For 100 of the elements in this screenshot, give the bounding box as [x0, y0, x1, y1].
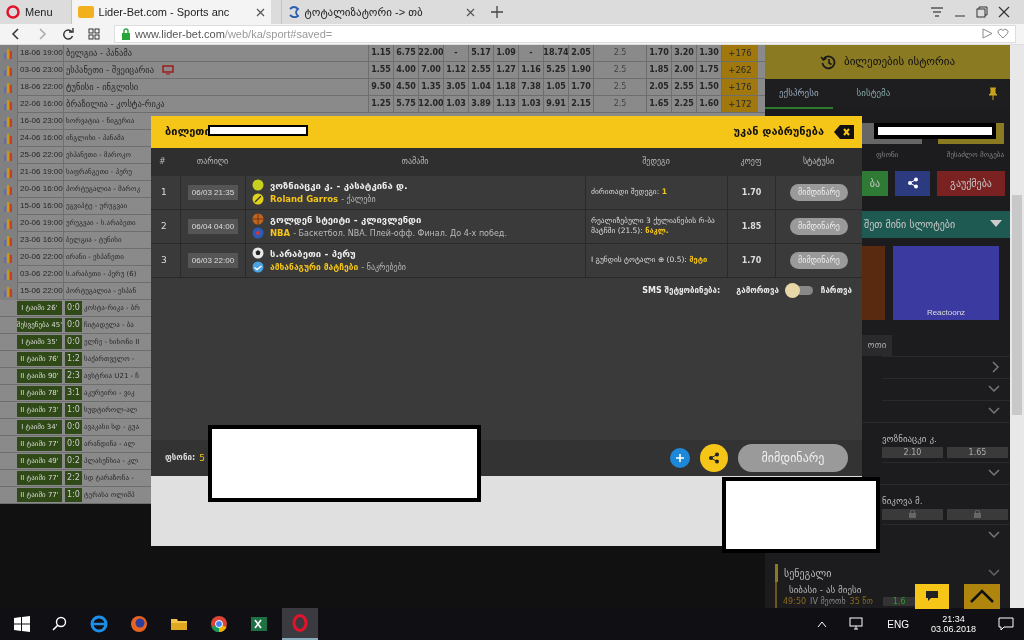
odds-cell[interactable]: 1.27	[493, 61, 518, 78]
send-icon[interactable]	[982, 28, 993, 40]
odds-cell[interactable]: 2.5	[593, 61, 646, 78]
odds-button[interactable]: 1.6	[882, 597, 916, 606]
odds-cell[interactable]: 4.50	[393, 78, 418, 95]
odds-cell[interactable]: 6.75	[393, 44, 418, 61]
odds-cell[interactable]: 5.17	[468, 44, 493, 61]
odds-cell[interactable]: 2.05	[568, 44, 593, 61]
odds-cell[interactable]: 2.00	[671, 61, 696, 78]
address-field[interactable]: www.lider-bet.com/web/ka/sport#saved=	[114, 25, 1016, 43]
odds-cell[interactable]: 9.50	[368, 78, 393, 95]
odds-cell[interactable]: 1.18	[493, 78, 518, 95]
match-name[interactable]: ესპანეთი - შვეიცარია	[63, 61, 368, 78]
game-tile[interactable]	[862, 245, 885, 320]
search-icon[interactable]	[52, 616, 68, 632]
odds-cell[interactable]: 1.55	[368, 61, 393, 78]
odds-cell[interactable]: 1.25	[368, 95, 393, 112]
odds-cell[interactable]: 1.16	[518, 61, 543, 78]
clock[interactable]: 21:34 03.06.2018	[930, 614, 976, 634]
odds-button[interactable]: 2.10	[882, 446, 943, 458]
forward-icon[interactable]	[36, 28, 48, 40]
fox-browser-icon[interactable]	[130, 615, 148, 633]
odds-cell[interactable]: 1.35	[418, 78, 443, 95]
scrollbar[interactable]	[1010, 44, 1024, 608]
notifications-icon[interactable]	[998, 617, 1014, 631]
reload-icon[interactable]	[62, 28, 74, 40]
mini-slots-bar[interactable]: შეთ მინი სლოტები	[862, 210, 1010, 238]
odds-cell[interactable]: 3.05	[443, 78, 468, 95]
odds-cell[interactable]: 3.89	[468, 95, 493, 112]
chat-button[interactable]	[915, 583, 949, 609]
odds-cell[interactable]: 1.12	[443, 61, 468, 78]
close-tab-icon[interactable]	[255, 7, 265, 17]
caret-up-icon[interactable]	[817, 620, 828, 628]
status-button[interactable]: მიმდინარე	[738, 443, 848, 472]
browser-menu-button[interactable]: Menu	[6, 5, 61, 19]
odds-cell[interactable]: 2.55	[468, 61, 493, 78]
odds-cell[interactable]: 1.04	[468, 78, 493, 95]
match-name[interactable]: ბელგია - პანამა	[63, 44, 368, 61]
back-button[interactable]: უკან დაბრუნება	[733, 124, 854, 139]
odds-cell[interactable]: 1.15	[368, 44, 393, 61]
odds-button[interactable]: 1.65	[947, 446, 1008, 458]
back-icon[interactable]	[10, 28, 22, 40]
restore-icon[interactable]	[976, 6, 988, 18]
odds-cell[interactable]: 1.65	[646, 95, 671, 112]
place-bet-button[interactable]: ბა	[862, 170, 888, 196]
language-indicator[interactable]: ENG	[887, 618, 909, 630]
odds-cell[interactable]: 2.5	[593, 78, 646, 95]
odds-cell[interactable]: 1.13	[493, 95, 518, 112]
add-button[interactable]	[670, 447, 690, 468]
odds-cell[interactable]: 1.70	[568, 78, 593, 95]
odds-cell[interactable]: 1.85	[646, 61, 671, 78]
odds-cell[interactable]: 12.00	[418, 95, 443, 112]
pin-icon[interactable]	[988, 86, 998, 101]
browser-tab[interactable]: Lider-Bet.com - Sports anc	[70, 0, 271, 24]
odds-cell[interactable]: 5.25	[543, 61, 568, 78]
new-tab-icon[interactable]	[490, 6, 503, 18]
share-button[interactable]	[895, 170, 930, 196]
bet-type-tab[interactable]: ექსპრესი	[765, 78, 833, 109]
grid-icon[interactable]	[88, 28, 100, 40]
cancel-button[interactable]: გაუქმება	[937, 170, 1005, 196]
close-tab-icon[interactable]	[465, 7, 475, 17]
odds-cell[interactable]: 7.00	[418, 61, 443, 78]
odds-cell[interactable]: -	[443, 44, 468, 61]
chrome-icon[interactable]	[210, 615, 228, 633]
odds-cell[interactable]: 2.15	[568, 95, 593, 112]
game-tile[interactable]: Reactoonz	[893, 245, 999, 320]
match-name[interactable]: ბრაზილია - კოსტა-რიკა	[63, 95, 368, 112]
odds-cell[interactable]: 22.00	[418, 44, 443, 61]
odds-cell[interactable]: 2.5	[593, 95, 646, 112]
match-name[interactable]: ტუნისი - ინგლისი	[63, 78, 368, 95]
odds-cell[interactable]: 4.00	[393, 61, 418, 78]
tab-list-icon[interactable]	[930, 6, 944, 18]
odds-cell[interactable]: 1.03	[518, 95, 543, 112]
spreadsheet-icon[interactable]	[250, 615, 268, 633]
start-icon[interactable]	[14, 616, 30, 632]
sms-toggle[interactable]	[786, 285, 813, 295]
odds-cell[interactable]: 9.91	[543, 95, 568, 112]
odds-cell[interactable]: 2.25	[671, 95, 696, 112]
odds-cell[interactable]: 1.05	[543, 78, 568, 95]
bet-type-tab[interactable]: სისტემა	[842, 78, 905, 109]
odds-cell[interactable]: 2.05	[646, 78, 671, 95]
browser-e-icon[interactable]	[90, 615, 108, 633]
odds-cell[interactable]: 1.09	[493, 44, 518, 61]
ticket-history-button[interactable]: ბილეთების ისტორია	[765, 44, 1010, 79]
odds-cell[interactable]: 18.74	[543, 44, 568, 61]
heart-icon[interactable]	[997, 28, 1009, 40]
odds-cell[interactable]: 7.38	[518, 78, 543, 95]
odds-cell[interactable]: 2.5	[593, 44, 646, 61]
sport-tab[interactable]: ოთი	[862, 334, 892, 356]
odds-cell[interactable]: -	[518, 44, 543, 61]
share-button[interactable]	[700, 443, 728, 472]
odds-cell[interactable]: 1.03	[443, 95, 468, 112]
odds-cell[interactable]: 1.70	[646, 44, 671, 61]
network-icon[interactable]	[849, 617, 866, 631]
live-match-name[interactable]: სიბასი - ას მიესი	[783, 585, 1010, 595]
odds-cell[interactable]: 5.75	[393, 95, 418, 112]
scroll-up-button[interactable]	[964, 583, 1000, 609]
odds-cell[interactable]: 2.55	[671, 78, 696, 95]
odds-cell[interactable]: 1.90	[568, 61, 593, 78]
opera-taskbar-button[interactable]	[282, 608, 318, 640]
